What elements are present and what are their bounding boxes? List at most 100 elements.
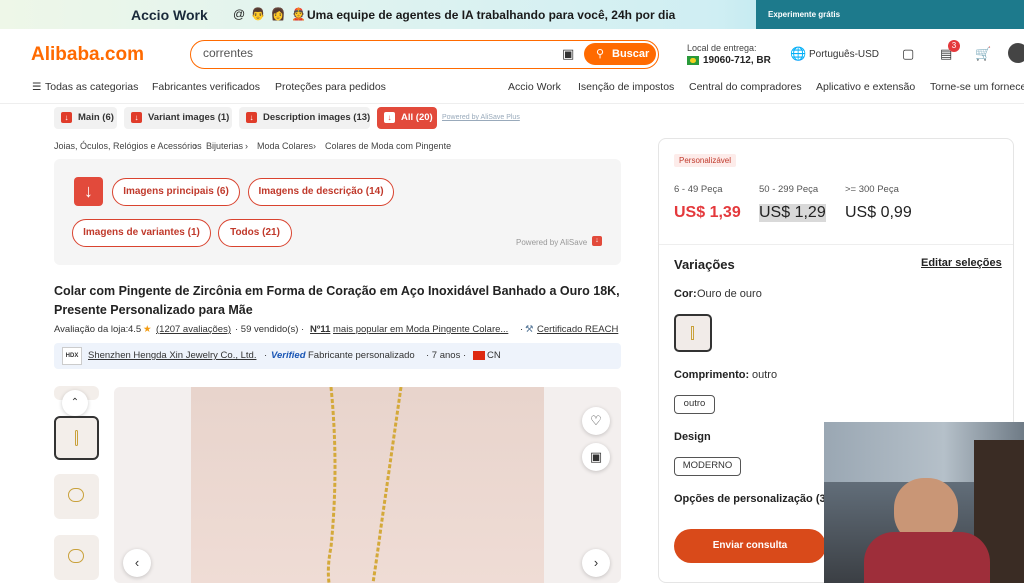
search-input[interactable] <box>203 46 543 60</box>
product-title: Colar com Pingente de Zircônia em Forma … <box>54 284 620 317</box>
product-photo <box>191 387 544 583</box>
logo-text: Alibaba.com <box>31 44 144 65</box>
necklace-image <box>68 549 84 563</box>
verified-badge: Verified <box>271 350 306 361</box>
nav-buyer-central[interactable]: Central do compradores <box>689 81 802 93</box>
breadcrumb-item[interactable]: Moda Colares <box>257 141 313 151</box>
breadcrumb-separator: › <box>194 141 197 151</box>
chevron-left-icon[interactable]: ‹ <box>123 549 151 577</box>
chip-all[interactable]: ↓ All (20) <box>377 107 437 129</box>
reviews-link[interactable]: (1207 avaliações) <box>156 324 231 335</box>
chip-variant-images[interactable]: ↓ Variant images (1) <box>124 107 232 129</box>
thumbnail[interactable] <box>54 474 99 519</box>
banner-cta-button[interactable]: Experimente grátis <box>756 0 1024 29</box>
nav-become-supplier[interactable]: Torne-se um fornece <box>930 81 1024 93</box>
length-option[interactable]: outro <box>674 395 715 414</box>
nav-all-categories[interactable]: Todas as categorias <box>45 81 138 93</box>
download-icon: ↓ <box>384 112 395 123</box>
china-flag-icon <box>473 351 485 360</box>
send-inquiry-button[interactable]: Enviar consulta <box>674 529 826 563</box>
length-value: outro <box>752 369 778 381</box>
brazil-flag-icon <box>687 56 699 65</box>
search-icon: ⚲ <box>596 48 605 60</box>
color-label: Cor: <box>674 288 697 300</box>
necklace-image <box>68 488 84 502</box>
camera-icon[interactable]: ▣ <box>562 46 574 62</box>
price-tier-value: US$ 1,39 <box>674 204 741 221</box>
banner-message: Uma equipe de agentes de IA trabalhando … <box>307 8 676 22</box>
custom-options-label: Opções de personalização (3 <box>674 493 826 505</box>
download-icon[interactable]: ↓ <box>74 177 103 206</box>
chip-description-images[interactable]: ↓ Description images (13) <box>239 107 370 129</box>
pendant-image <box>75 430 78 446</box>
supplier-name-link[interactable]: Shenzhen Hengda Xin Jewelry Co., Ltd. <box>88 350 256 361</box>
variations-heading: Variações <box>674 257 735 272</box>
image-search-icon[interactable]: ▣ <box>582 443 610 471</box>
thumbnail[interactable] <box>54 535 99 580</box>
heart-icon[interactable]: ♡ <box>582 407 610 435</box>
language-selector[interactable]: Português-USD <box>809 49 879 60</box>
download-all-button[interactable]: Todos (21) <box>218 219 292 247</box>
download-icon: ↓ <box>246 112 257 123</box>
rank-link[interactable]: mais popular em Moda Pingente Colare... <box>333 324 508 335</box>
download-icon: ↓ <box>131 112 142 123</box>
supplier-years: · 7 anos · <box>426 350 467 361</box>
price-tier-value: US$ 0,99 <box>845 204 912 221</box>
nav-accio-work[interactable]: Accio Work <box>508 81 561 93</box>
breadcrumb-item[interactable]: Colares de Moda com Pingente <box>325 141 451 151</box>
price-tier-range: >= 300 Peça <box>845 184 899 195</box>
banner-cta-label: Experimente grátis <box>768 10 841 19</box>
download-variant-images-button[interactable]: Imagens de variantes (1) <box>72 219 211 247</box>
store-rating-label: Avaliação da loja: <box>54 324 129 335</box>
chip-label: Variant images (1) <box>148 112 230 123</box>
download-description-images-button[interactable]: Imagens de descrição (14) <box>248 178 394 206</box>
search-button[interactable]: ⚲ Buscar <box>584 43 656 65</box>
price-tier-range: 6 - 49 Peça <box>674 184 723 195</box>
nav-app-extension[interactable]: Aplicativo e extensão <box>816 81 915 93</box>
breadcrumb-item[interactable]: Joias, Óculos, Relógios e Acessórios <box>54 141 202 151</box>
supplier-logo: HDX <box>62 347 82 365</box>
certificate-link[interactable]: Certificado REACH <box>537 324 618 335</box>
breadcrumb-item[interactable]: Bijuterias <box>206 141 243 151</box>
download-icon: ↓ <box>61 112 72 123</box>
rank-number[interactable]: Nº11 <box>310 324 330 335</box>
pendant-image <box>691 326 694 340</box>
search-bar[interactable]: ▣ ⚲ Buscar <box>190 40 659 69</box>
promo-banner[interactable]: Accio Work @ 👨 👩 👲 Uma equipe de agentes… <box>0 0 1024 29</box>
length-label: Comprimento: <box>674 369 750 381</box>
main-product-image[interactable]: ♡ ▣ ‹ › <box>114 387 621 583</box>
supplier-type: Fabricante personalizado <box>308 350 415 361</box>
alibaba-logo[interactable]: Alibaba.com <box>31 44 144 66</box>
breadcrumb-separator: › <box>245 141 248 151</box>
delivery-value[interactable]: 19060-712, BR <box>703 55 771 66</box>
gold-chain-image <box>326 387 403 583</box>
design-option[interactable]: MODERNO <box>674 457 741 476</box>
globe-icon: 🌐 <box>790 46 807 61</box>
nav-divider <box>0 103 1024 104</box>
edit-selections-link[interactable]: Editar seleções <box>921 257 1002 269</box>
chips-powered-link[interactable]: Powered by AliSave Plus <box>442 114 520 121</box>
chevron-right-icon[interactable]: › <box>582 549 610 577</box>
person-shirt <box>864 532 990 583</box>
message-icon[interactable]: ▢ <box>902 46 914 62</box>
download-main-images-button[interactable]: Imagens principais (6) <box>112 178 240 206</box>
search-button-label: Buscar <box>612 48 650 60</box>
chevron-up-icon[interactable]: ⌃ <box>62 390 88 416</box>
color-swatch[interactable] <box>674 314 712 352</box>
menu-icon[interactable]: ☰ <box>32 81 41 93</box>
price-tier-value: US$ 1,29 <box>759 204 826 222</box>
star-icon: ★ <box>143 324 152 335</box>
nav-tax-exemption[interactable]: Isenção de impostos <box>578 81 674 93</box>
notification-badge: 3 <box>948 40 960 52</box>
thumbnail-selected[interactable] <box>54 416 99 460</box>
avatar[interactable] <box>1008 43 1024 63</box>
divider <box>659 244 1013 245</box>
certificate-icon: ⚒ <box>525 324 534 335</box>
cart-icon[interactable]: 🛒 <box>975 46 991 62</box>
nav-order-protection[interactable]: Proteções para pedidos <box>275 81 386 93</box>
nav-verified-manufacturers[interactable]: Fabricantes verificados <box>152 81 260 93</box>
breadcrumb-separator: › <box>313 141 316 151</box>
webcam-overlay <box>824 422 1024 583</box>
color-value: Ouro de ouro <box>697 288 762 300</box>
chip-main[interactable]: ↓ Main (6) <box>54 107 117 129</box>
